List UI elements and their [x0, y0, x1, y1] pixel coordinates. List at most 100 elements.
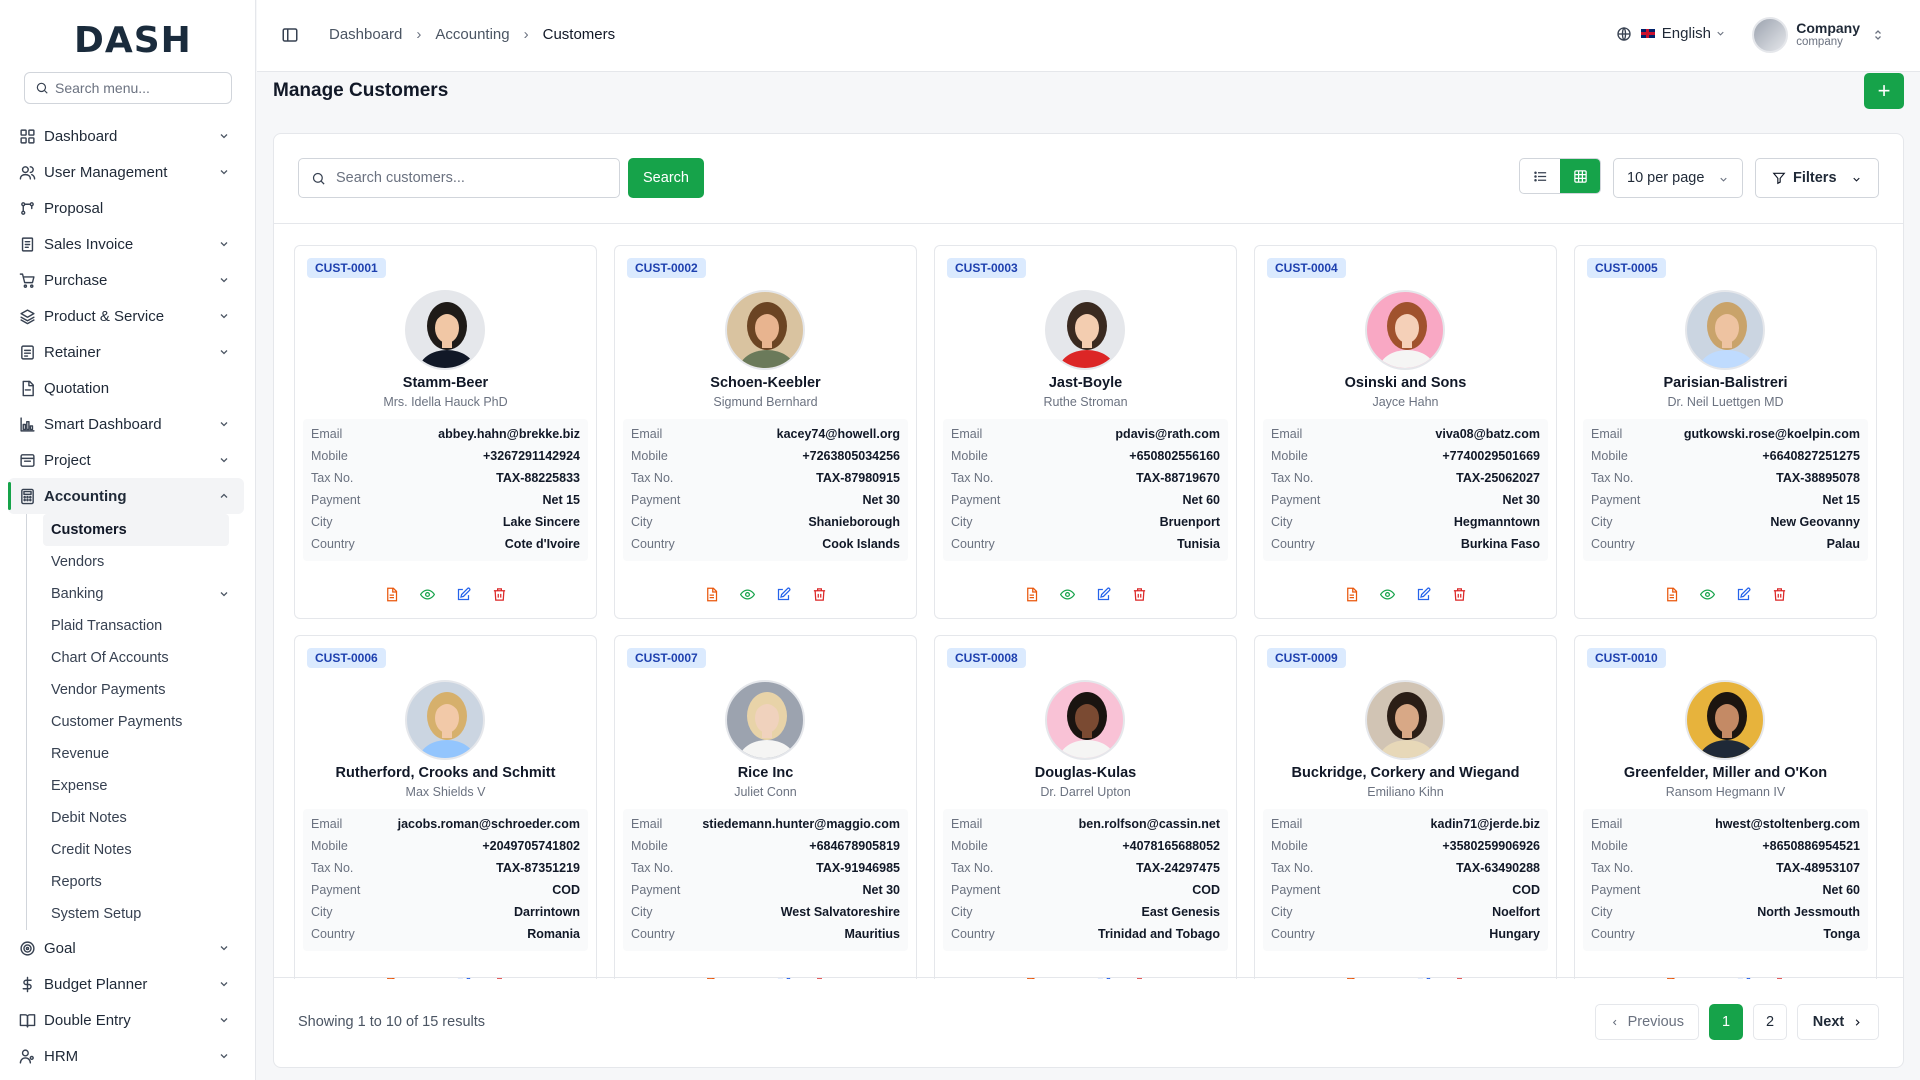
- customer-card[interactable]: CUST-0001 Stamm-Beer Mrs. Idella Hauck PhD…: [294, 245, 597, 619]
- menu-search[interactable]: [24, 72, 232, 104]
- sidebar-item-proposal[interactable]: Proposal: [8, 190, 244, 226]
- submenu-item-banking[interactable]: Banking: [43, 578, 244, 610]
- pagination-bar: Showing 1 to 10 of 15 results Previous 1…: [274, 977, 1903, 1067]
- submenu-item-vendor-payments[interactable]: Vendor Payments: [43, 674, 244, 706]
- customer-name[interactable]: Jast-Boyle: [935, 375, 1236, 391]
- sidebar-item-double-entry[interactable]: Double Entry: [8, 1002, 244, 1038]
- submenu-item-expense[interactable]: Expense: [43, 770, 244, 802]
- list-view-button[interactable]: [1520, 159, 1560, 193]
- customer-name[interactable]: Douglas-Kulas: [935, 765, 1236, 781]
- company-menu[interactable]: Company company: [1752, 17, 1884, 53]
- customer-card[interactable]: CUST-0006 Rutherford, Crooks and Schmitt M…: [294, 635, 597, 979]
- invoice-icon[interactable]: [384, 587, 400, 603]
- detail-value-city: Noelfort: [1492, 905, 1540, 919]
- delete-icon[interactable]: [812, 587, 828, 603]
- customer-card[interactable]: CUST-0005 Parisian-Balistreri Dr. Neil Lue…: [1574, 245, 1877, 619]
- invoice-icon[interactable]: [704, 587, 720, 603]
- add-customer-button[interactable]: +: [1864, 73, 1904, 109]
- page-2-button[interactable]: 2: [1753, 1004, 1787, 1040]
- customer-name[interactable]: Rutherford, Crooks and Schmitt: [295, 765, 596, 781]
- detail-value-email: ben.rolfson@cassin.net: [1078, 817, 1220, 831]
- submenu-item-reports[interactable]: Reports: [43, 866, 244, 898]
- submenu-item-debit-notes[interactable]: Debit Notes: [43, 802, 244, 834]
- detail-value-city: Lake Sincere: [502, 515, 580, 529]
- submenu-item-credit-notes[interactable]: Credit Notes: [43, 834, 244, 866]
- customer-card[interactable]: CUST-0008 Douglas-Kulas Dr. Darrel Upton Em…: [934, 635, 1237, 979]
- submenu-item-plaid-transaction[interactable]: Plaid Transaction: [43, 610, 244, 642]
- sidebar-item-project[interactable]: Project: [8, 442, 244, 478]
- customer-card[interactable]: CUST-0007 Rice Inc Juliet Conn Email stiedem…: [614, 635, 917, 979]
- customer-search-input[interactable]: [336, 170, 606, 186]
- edit-icon[interactable]: [456, 587, 472, 603]
- breadcrumb-accounting[interactable]: Accounting: [435, 26, 509, 43]
- sidebar-item-goal[interactable]: Goal: [8, 930, 244, 966]
- filters-button[interactable]: Filters: [1755, 158, 1879, 198]
- delete-icon[interactable]: [1452, 587, 1468, 603]
- customer-card[interactable]: CUST-0010 Greenfelder, Miller and O'Kon Ra…: [1574, 635, 1877, 979]
- invoice-icon[interactable]: [1664, 587, 1680, 603]
- customer-card[interactable]: CUST-0003 Jast-Boyle Ruthe Stroman Email pda…: [934, 245, 1237, 619]
- sidebar-item-retainer[interactable]: Retainer: [8, 334, 244, 370]
- edit-icon[interactable]: [776, 587, 792, 603]
- detail-label: Tax No.: [311, 471, 354, 485]
- sidebar-item-user-management[interactable]: User Management: [8, 154, 244, 190]
- customer-id-badge: CUST-0004: [1267, 258, 1346, 278]
- customer-card[interactable]: CUST-0002 Schoen-Keebler Sigmund Bernhard E…: [614, 245, 917, 619]
- customer-name[interactable]: Greenfelder, Miller and O'Kon: [1575, 765, 1876, 781]
- customer-name[interactable]: Schoen-Keebler: [615, 375, 916, 391]
- view-icon[interactable]: [739, 587, 756, 603]
- grid-view-button[interactable]: [1560, 159, 1600, 193]
- sidebar-item-dashboard[interactable]: Dashboard: [8, 118, 244, 154]
- sidebar-item-purchase[interactable]: Purchase: [8, 262, 244, 298]
- invoice-icon[interactable]: [1344, 587, 1360, 603]
- sidebar-item-label: Project: [44, 451, 91, 469]
- submenu-item-chart-of-accounts[interactable]: Chart Of Accounts: [43, 642, 244, 674]
- customer-card[interactable]: CUST-0004 Osinski and Sons Jayce Hahn Email…: [1254, 245, 1557, 619]
- edit-icon[interactable]: [1416, 587, 1432, 603]
- customer-search[interactable]: [298, 158, 620, 198]
- submenu-item-customers[interactable]: Customers: [43, 514, 229, 546]
- language-selector[interactable]: English: [1616, 25, 1726, 42]
- view-icon[interactable]: [1059, 587, 1076, 603]
- next-page-button[interactable]: Next: [1797, 1004, 1879, 1040]
- delete-icon[interactable]: [1772, 587, 1788, 603]
- view-icon[interactable]: [1699, 587, 1716, 603]
- sidebar-item-product-service[interactable]: Product & Service: [8, 298, 244, 334]
- submenu-item-vendors[interactable]: Vendors: [43, 546, 244, 578]
- submenu-item-customer-payments[interactable]: Customer Payments: [43, 706, 244, 738]
- edit-icon[interactable]: [1736, 587, 1752, 603]
- sidebar-item-accounting[interactable]: Accounting: [8, 478, 244, 514]
- app-logo[interactable]: DASH: [74, 20, 192, 61]
- edit-icon[interactable]: [1096, 587, 1112, 603]
- sidebar-toggle-icon[interactable]: [281, 26, 299, 47]
- submenu-item-system-setup[interactable]: System Setup: [43, 898, 244, 930]
- detail-row-country: Country Romania: [311, 923, 580, 945]
- per-page-select[interactable]: 10 per page: [1613, 158, 1743, 198]
- invoice-icon[interactable]: [1024, 587, 1040, 603]
- submenu-item-revenue[interactable]: Revenue: [43, 738, 244, 770]
- previous-page-button[interactable]: Previous: [1595, 1004, 1699, 1040]
- search-button[interactable]: Search: [628, 158, 704, 198]
- delete-icon[interactable]: [492, 587, 508, 603]
- page-1-button[interactable]: 1: [1709, 1004, 1743, 1040]
- delete-icon[interactable]: [1132, 587, 1148, 603]
- customer-card[interactable]: CUST-0009 Buckridge, Corkery and Wiegand E…: [1254, 635, 1557, 979]
- customer-name[interactable]: Parisian-Balistreri: [1575, 375, 1876, 391]
- customer-name[interactable]: Stamm-Beer: [295, 375, 596, 391]
- menu-search-input[interactable]: [55, 80, 225, 96]
- sidebar-item-sales-invoice[interactable]: Sales Invoice: [8, 226, 244, 262]
- breadcrumb-dashboard[interactable]: Dashboard: [329, 26, 402, 43]
- detail-label: Country: [631, 927, 675, 941]
- sidebar-item-budget-planner[interactable]: Budget Planner: [8, 966, 244, 1002]
- customer-name[interactable]: Buckridge, Corkery and Wiegand: [1255, 765, 1556, 781]
- customer-name[interactable]: Rice Inc: [615, 765, 916, 781]
- view-icon[interactable]: [1379, 587, 1396, 603]
- goal-icon: [18, 939, 36, 957]
- view-icon[interactable]: [419, 587, 436, 603]
- sidebar-item-quotation[interactable]: Quotation: [8, 370, 244, 406]
- customer-name[interactable]: Osinski and Sons: [1255, 375, 1556, 391]
- sidebar-item-hrm[interactable]: HRM: [8, 1038, 244, 1074]
- sidebar-item-smart-dashboard[interactable]: Smart Dashboard: [8, 406, 244, 442]
- detail-label: Email: [951, 817, 983, 831]
- chevron-down-icon: [218, 237, 230, 254]
